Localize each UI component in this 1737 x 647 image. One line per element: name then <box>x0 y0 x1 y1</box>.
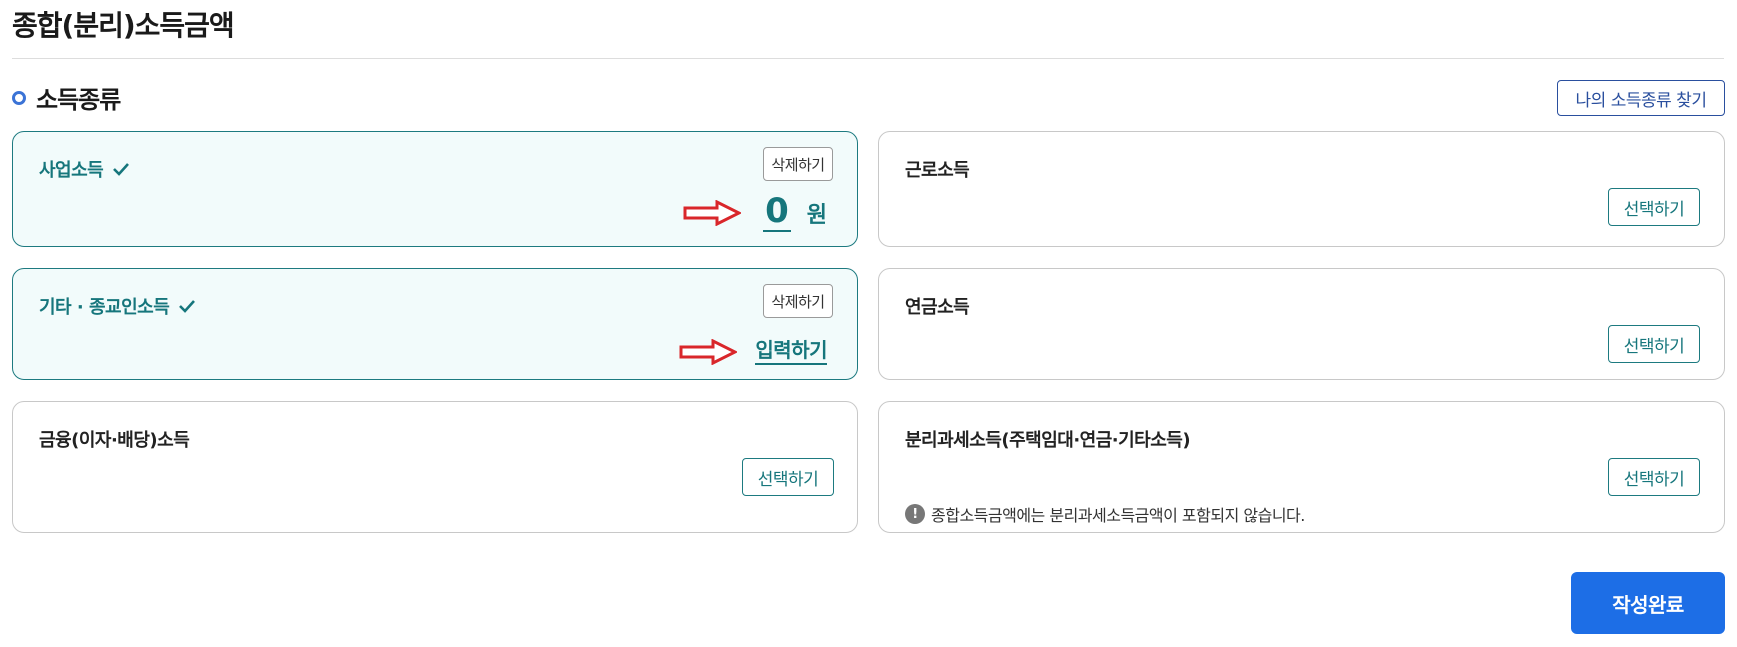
card-business-income: 사업소득 삭제하기 0 원 <box>12 131 858 247</box>
card-label: 근로소득 <box>905 156 970 182</box>
card-label: 연금소득 <box>905 293 970 319</box>
financial-income-label: 금융(이자·배당)소득 <box>39 430 190 451</box>
input-link[interactable]: 입력하기 <box>755 337 827 365</box>
section-header: 소득종류 <box>12 80 121 115</box>
section-title: 소득종류 <box>36 86 121 114</box>
select-button[interactable]: 선택하기 <box>1608 325 1700 363</box>
business-income-label: 사업소득 <box>39 160 104 181</box>
card-wage-income: 근로소득 선택하기 <box>878 131 1725 247</box>
card-label: 금융(이자·배당)소득 <box>39 426 190 452</box>
amount-display: 0 원 <box>763 192 827 232</box>
select-button[interactable]: 선택하기 <box>1608 458 1700 496</box>
red-arrow-icon <box>679 339 737 365</box>
delete-button[interactable]: 삭제하기 <box>763 284 833 318</box>
pension-income-label: 연금소득 <box>905 297 970 318</box>
other-religious-income-label: 기타 · 종교인소득 <box>39 297 170 318</box>
circle-bullet-icon <box>12 90 26 105</box>
title-divider <box>12 58 1724 59</box>
separate-tax-income-label: 분리과세소득(주택임대·연금·기타소득) <box>905 430 1191 451</box>
notice-text: 종합소득금액에는 분리과세소득금액이 포함되지 않습니다. <box>931 506 1305 525</box>
notice: ! 종합소득금액에는 분리과세소득금액이 포함되지 않습니다. <box>905 502 1305 526</box>
wage-income-label: 근로소득 <box>905 160 970 181</box>
check-icon <box>113 163 130 176</box>
complete-button[interactable]: 작성완료 <box>1571 572 1725 634</box>
delete-button[interactable]: 삭제하기 <box>763 147 833 181</box>
amount-value[interactable]: 0 <box>763 192 791 232</box>
exclamation-icon: ! <box>905 504 925 524</box>
check-icon <box>179 300 196 313</box>
card-pension-income: 연금소득 선택하기 <box>878 268 1725 380</box>
page-title: 종합(분리)소득금액 <box>12 9 235 42</box>
select-button[interactable]: 선택하기 <box>742 458 834 496</box>
amount-unit: 원 <box>806 203 827 228</box>
card-label: 사업소득 <box>39 156 131 182</box>
card-other-religious-income: 기타 · 종교인소득 삭제하기 입력하기 <box>12 268 858 380</box>
select-button[interactable]: 선택하기 <box>1608 188 1700 226</box>
card-label: 분리과세소득(주택임대·연금·기타소득) <box>905 426 1191 452</box>
find-income-type-button[interactable]: 나의 소득종류 찾기 <box>1557 80 1725 116</box>
red-arrow-icon <box>683 200 741 226</box>
card-separate-tax-income: 분리과세소득(주택임대·연금·기타소득) 선택하기 ! 종합소득금액에는 분리과… <box>878 401 1725 533</box>
card-label: 기타 · 종교인소득 <box>39 293 197 319</box>
card-financial-income: 금융(이자·배당)소득 선택하기 <box>12 401 858 533</box>
